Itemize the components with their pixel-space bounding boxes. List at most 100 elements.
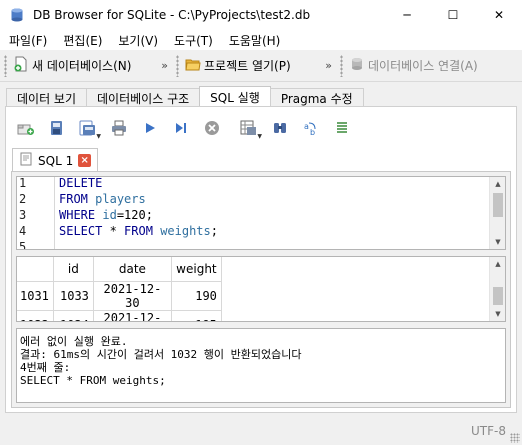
cell-date[interactable]: 2021-12-30 (93, 281, 172, 311)
line-number: 3 (19, 208, 27, 222)
cell-id[interactable]: 1034 (53, 310, 94, 321)
code-token: id (102, 208, 117, 222)
find-button[interactable] (268, 117, 292, 141)
line-number: 2 (19, 192, 27, 206)
app-icon (9, 7, 25, 23)
toolbar-grip[interactable] (4, 54, 7, 77)
print-button[interactable] (107, 117, 131, 141)
toolbar-grip[interactable] (176, 54, 179, 77)
scroll-down-icon[interactable]: ▼ (490, 235, 505, 249)
execute-all-button[interactable] (138, 117, 162, 141)
message-line: SELECT * FROM weights; (20, 374, 166, 387)
open-sql-file-button[interactable] (45, 117, 69, 141)
maximize-icon: ☐ (447, 8, 459, 22)
cell-weight[interactable]: 195 (171, 310, 222, 321)
code-token: FROM (59, 192, 88, 206)
code-line-4: SELECT * FROM weights; (59, 224, 218, 238)
chevron-down-icon: ▼ (257, 133, 262, 140)
new-database-button[interactable]: 새 데이터베이스(N) (13, 56, 131, 75)
corner-cell[interactable] (17, 257, 54, 282)
close-tab-icon[interactable]: × (78, 154, 92, 167)
cell-date[interactable]: 2021-12-30 (93, 310, 172, 321)
encoding-label: UTF-8 (471, 424, 506, 438)
cell-weight[interactable]: 190 (171, 281, 222, 311)
minimize-button[interactable]: ─ (384, 0, 430, 30)
sql-editor-tab[interactable]: SQL 1 × (12, 148, 99, 172)
menu-edit[interactable]: 편집(E) (58, 32, 107, 49)
save-results-button[interactable]: ▼ (237, 117, 262, 141)
menu-file[interactable]: 파일(F) (4, 32, 52, 49)
scroll-thumb[interactable] (493, 287, 503, 305)
open-tab-icon (17, 120, 35, 139)
line-number: 4 (19, 224, 27, 238)
column-header-weight[interactable]: weight (171, 257, 222, 282)
menu-tools[interactable]: 도구(T) (169, 32, 218, 49)
find-replace-button[interactable]: a b (299, 117, 323, 141)
tab-edit-pragmas[interactable]: Pragma 수정 (269, 88, 364, 107)
table-row[interactable]: 1031 1033 2021-12-30 190 (17, 281, 222, 311)
sql-toolbar: ▼ ▼ a b (14, 115, 361, 143)
scroll-up-icon[interactable]: ▲ (490, 177, 505, 191)
save-icon (79, 120, 97, 139)
message-line: 4번째 줄: (20, 361, 71, 374)
editor-scrollbar[interactable]: ▲ ▼ (489, 177, 505, 249)
play-line-icon (174, 121, 188, 138)
column-header-date[interactable]: date (93, 257, 172, 282)
code-token: SELECT (59, 224, 103, 238)
tab-database-structure[interactable]: 데이터베이스 구조 (86, 88, 201, 107)
open-project-icon (185, 56, 201, 75)
attach-database-button[interactable]: 데이터베이스 연결(A) (349, 56, 478, 75)
execution-message-area[interactable]: 에러 없이 실행 완료. 결과: 61ms의 시간이 걸려서 1032 행이 반환… (16, 328, 506, 403)
execute-current-line-button[interactable] (169, 117, 193, 141)
message-line: 결과: 61ms의 시간이 걸려서 1032 행이 반환되었습니다 (20, 348, 302, 361)
main-tab-bar: 데이터 보기 데이터베이스 구조 SQL 실행 Pragma 수정 (6, 86, 364, 107)
sql-workspace: 1 2 3 4 5 DELETE FROM players WHERE id=1… (11, 171, 511, 408)
code-token: FROM (124, 224, 153, 238)
save-sql-file-button[interactable]: ▼ (76, 117, 101, 141)
tab-execute-sql[interactable]: SQL 실행 (199, 86, 271, 107)
title-bar: DB Browser for SQLite - C:\PyProjects\te… (0, 0, 522, 30)
row-header[interactable]: 1032 (17, 310, 54, 321)
line-number: 1 (19, 176, 27, 190)
sql-editor[interactable]: 1 2 3 4 5 DELETE FROM players WHERE id=1… (16, 176, 506, 250)
menu-help[interactable]: 도움말(H) (224, 32, 286, 49)
toolbar-overflow-icon[interactable]: » (325, 59, 332, 72)
sql-tab-icon (19, 152, 33, 169)
results-scrollbar[interactable]: ▲ ▼ (489, 257, 505, 321)
resize-grip-icon[interactable] (510, 433, 520, 443)
maximize-button[interactable]: ☐ (430, 0, 476, 30)
new-database-label: 새 데이터베이스(N) (32, 59, 132, 73)
close-button[interactable]: ✕ (476, 0, 522, 30)
toolbar-overflow-icon[interactable]: » (161, 59, 168, 72)
table-export-icon (240, 120, 258, 139)
tab-browse-data[interactable]: 데이터 보기 (6, 88, 88, 107)
close-icon: ✕ (493, 8, 505, 22)
stop-execution-button[interactable] (200, 117, 224, 141)
cell-id[interactable]: 1033 (53, 281, 94, 311)
lines-icon (335, 121, 349, 138)
code-token: weights (160, 224, 211, 238)
table-row[interactable]: 1032 1034 2021-12-30 195 (17, 310, 222, 321)
menu-view[interactable]: 보기(V) (113, 32, 163, 49)
binoculars-icon (272, 120, 288, 139)
svg-text:a: a (304, 122, 309, 131)
attach-database-icon (349, 56, 365, 75)
column-header-id[interactable]: id (53, 257, 94, 282)
chevron-down-icon: ▼ (96, 133, 101, 140)
comment-toggle-button[interactable] (330, 117, 354, 141)
message-line: 에러 없이 실행 완료. (20, 335, 128, 348)
scroll-up-icon[interactable]: ▲ (490, 257, 505, 271)
code-token: WHERE (59, 208, 96, 222)
open-tab-button[interactable] (14, 117, 38, 141)
row-header[interactable]: 1031 (17, 281, 54, 311)
line-number: 5 (19, 240, 27, 250)
execute-sql-pane: ▼ ▼ a b SQL 1 × 1 2 3 4 5 DELETE FROM pl… (5, 106, 517, 413)
toolbar-grip[interactable] (340, 54, 343, 77)
header-row: id date weight (17, 257, 222, 282)
code-token: DELETE (59, 176, 103, 190)
scroll-thumb[interactable] (493, 193, 503, 217)
open-project-button[interactable]: 프로젝트 열기(P) (185, 56, 291, 75)
scroll-down-icon[interactable]: ▼ (490, 307, 505, 321)
print-icon (111, 120, 127, 139)
svg-text:b: b (310, 128, 315, 136)
